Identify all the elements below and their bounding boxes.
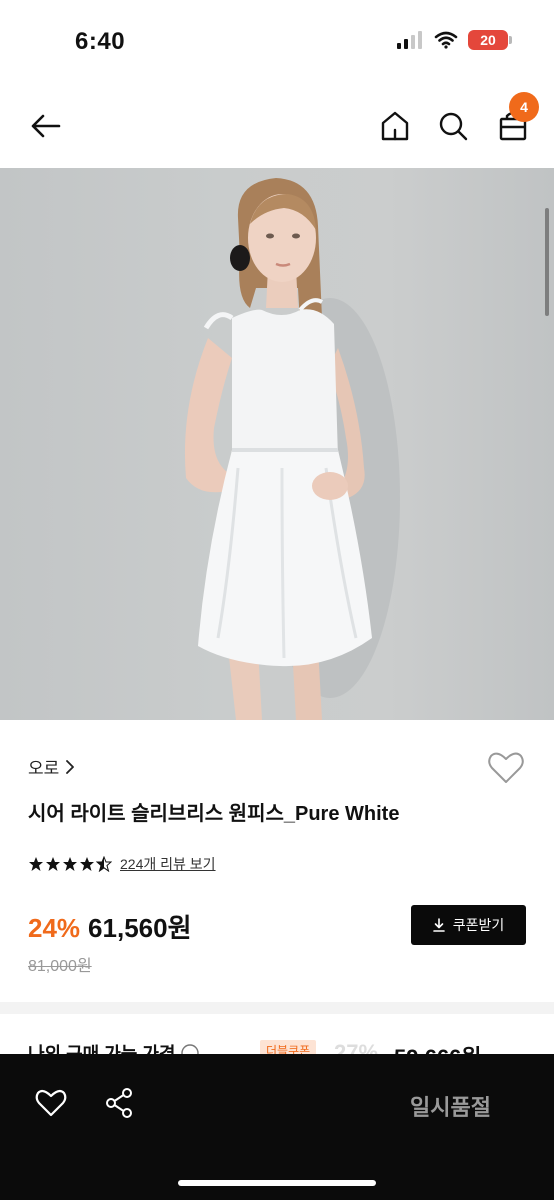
best-price-value: 59,666원 xyxy=(394,1040,482,1054)
soldout-button[interactable]: 일시품절 xyxy=(410,1090,491,1122)
share-icon[interactable] xyxy=(102,1086,136,1120)
star-icon xyxy=(29,857,43,871)
double-coupon-tag: 더블쿠폰 xyxy=(260,1040,317,1054)
half-star-icon xyxy=(96,856,112,872)
star-icon xyxy=(63,857,77,871)
battery-level: 20 xyxy=(480,32,496,48)
status-bar: 6:40 20 xyxy=(0,0,554,84)
battery-icon: 20 xyxy=(468,30,512,50)
review-link[interactable]: 224개 리뷰 보기 xyxy=(120,854,216,874)
star-icon xyxy=(80,857,94,871)
coupon-button-label: 쿠폰받기 xyxy=(452,917,505,933)
back-arrow-icon[interactable] xyxy=(26,106,66,146)
search-icon[interactable] xyxy=(434,106,472,146)
help-icon[interactable] xyxy=(181,1044,200,1054)
home-icon[interactable] xyxy=(376,106,414,146)
wifi-icon xyxy=(434,31,458,49)
rating-row: 224개 리뷰 보기 xyxy=(28,854,216,874)
best-price-label: 나의 구매 가능 가격 xyxy=(28,1044,176,1054)
chevron-right-icon xyxy=(66,759,75,774)
star-icon xyxy=(46,857,60,871)
download-icon xyxy=(432,918,445,932)
brand-name: 오로 xyxy=(28,759,60,778)
price-row: 24% 61,560원 xyxy=(28,908,192,945)
brand-link[interactable]: 오로 xyxy=(28,754,75,779)
home-indicator[interactable] xyxy=(178,1180,376,1186)
sale-price: 61,560원 xyxy=(88,913,192,943)
top-nav xyxy=(0,84,554,168)
status-icons: 20 xyxy=(396,30,512,50)
best-price-percent: 27% xyxy=(334,1040,379,1054)
coupon-download-button[interactable]: 쿠폰받기 xyxy=(411,905,526,945)
cart-count-badge: 4 xyxy=(509,92,539,122)
product-title: 시어 라이트 슬리브리스 원피스_Pure White xyxy=(28,803,400,825)
original-price: 81,000원 xyxy=(28,958,92,975)
discount-rate: 24% xyxy=(28,913,81,943)
product-image[interactable] xyxy=(0,168,554,720)
best-price-label-group: 나의 구매 가능 가격 xyxy=(28,1040,200,1054)
best-price-row[interactable]: 나의 구매 가능 가격 더블쿠폰 27% 59,666원 xyxy=(28,1040,528,1054)
section-divider xyxy=(0,1002,554,1014)
status-time: 6:40 xyxy=(75,28,126,55)
heart-outline-icon[interactable] xyxy=(34,1086,68,1120)
image-scrollbar[interactable] xyxy=(545,208,549,316)
heart-icon[interactable] xyxy=(486,748,526,788)
star-rating xyxy=(28,856,112,872)
model-photo xyxy=(184,178,400,720)
bottom-action-bar: 일시품절 xyxy=(0,1054,554,1200)
cellular-signal-icon xyxy=(397,31,422,49)
